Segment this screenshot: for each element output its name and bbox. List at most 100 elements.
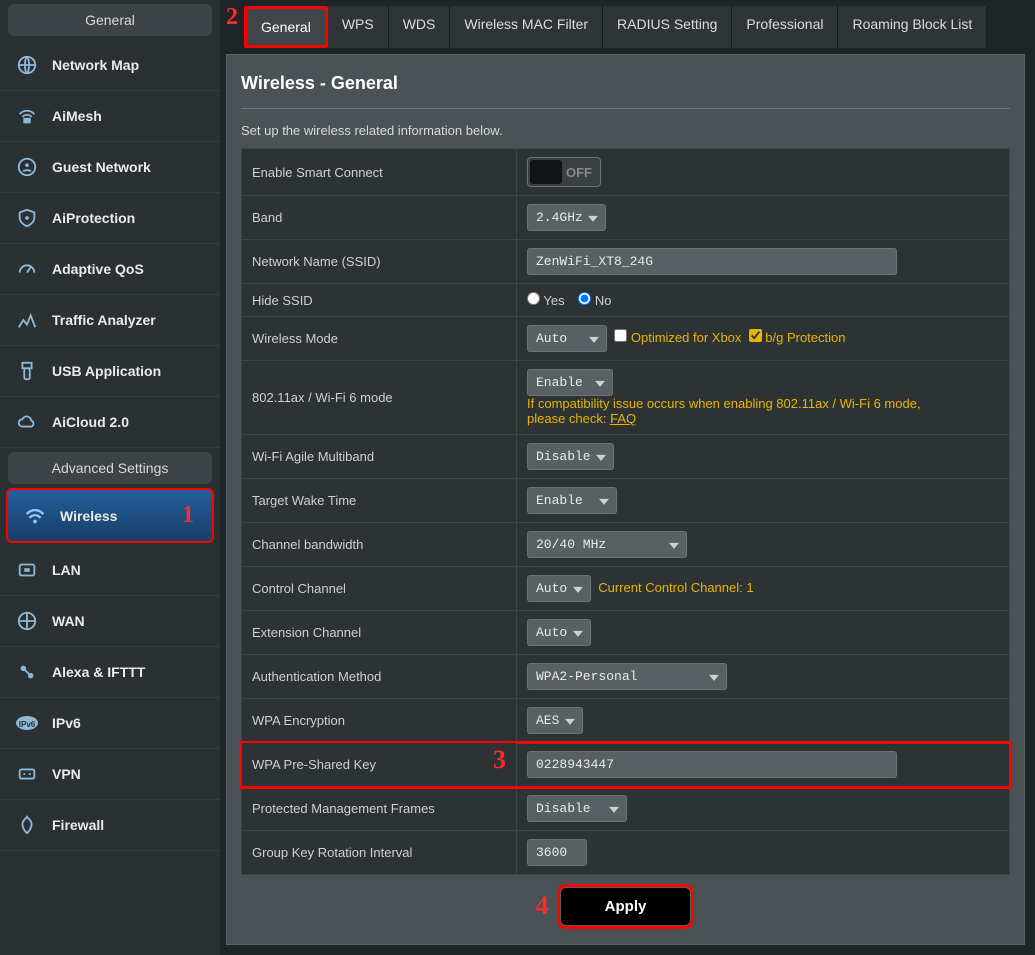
tab-professional[interactable]: Professional [732,6,838,48]
tab-wps[interactable]: WPS [328,6,389,48]
sidebar-item-label: USB Application [52,363,161,379]
cbw-select[interactable]: 20/40 MHz [527,531,687,558]
twt-select[interactable]: Enable [527,487,617,514]
label-smart-connect: Enable Smart Connect [242,149,517,196]
sidebar-item-label: Network Map [52,57,139,73]
vpn-icon [14,761,40,787]
sidebar-item-label: Guest Network [52,159,151,175]
row-wireless-mode: Wireless Mode Auto Optimized for Xbox b/… [242,317,1010,361]
sidebar-item-usb-application[interactable]: USB Application [0,346,220,397]
apply-button[interactable]: Apply [560,887,692,926]
sidebar-item-label: Adaptive QoS [52,261,144,277]
hide-ssid-yes[interactable] [527,292,540,305]
sidebar-item-label: Wireless [60,508,117,524]
band-select[interactable]: 2.4GHz [527,204,606,231]
row-hide-ssid: Hide SSID Yes No [242,284,1010,317]
pmf-select[interactable]: Disable [527,795,627,822]
wan-icon [14,608,40,634]
wifi-icon [22,503,48,529]
callout-number-4: 4 [536,891,549,921]
label-wireless-mode: Wireless Mode [242,317,517,361]
sidebar-item-label: Firewall [52,817,104,833]
label-80211ax: 802.11ax / Wi-Fi 6 mode [242,361,517,435]
settings-table: Enable Smart Connect OFF Band 2.4GHz Net… [241,148,1010,875]
tab-general[interactable]: General [244,6,328,48]
xbox-checkbox[interactable] [614,329,627,342]
row-gkri: Group Key Rotation Interval [242,831,1010,875]
sidebar-item-label: Traffic Analyzer [52,312,156,328]
panel-title: Wireless - General [227,55,1024,98]
agile-select[interactable]: Disable [527,443,614,470]
sidebar-item-vpn[interactable]: VPN [0,749,220,800]
sidebar-item-aicloud[interactable]: AiCloud 2.0 [0,397,220,448]
sidebar-item-lan[interactable]: LAN [0,545,220,596]
sidebar-item-label: LAN [52,562,81,578]
wireless-mode-select[interactable]: Auto [527,325,607,352]
label-ext: Extension Channel [242,611,517,655]
wireless-general-panel: Wireless - General Set up the wireless r… [226,54,1025,945]
svg-text:IPv6: IPv6 [19,720,36,729]
ax-faq-link[interactable]: FAQ [610,411,636,426]
ipv6-icon: IPv6 [14,710,40,736]
sidebar-item-label: AiCloud 2.0 [52,414,129,430]
sidebar-item-adaptive-qos[interactable]: Adaptive QoS [0,244,220,295]
bg-protection-label: b/g Protection [765,330,845,345]
analyzer-icon [14,307,40,333]
sidebar-item-aiprotection[interactable]: AiProtection [0,193,220,244]
row-ssid: Network Name (SSID) [242,240,1010,284]
ext-channel-select[interactable]: Auto [527,619,591,646]
control-channel-select[interactable]: Auto [527,575,591,602]
label-psk: WPA Pre-Shared Key 3 [242,743,517,787]
row-wpa-psk: WPA Pre-Shared Key 3 [242,743,1010,787]
tab-roaming-block[interactable]: Roaming Block List [838,6,987,48]
tab-radius[interactable]: RADIUS Setting [603,6,732,48]
usb-icon [14,358,40,384]
sidebar-item-network-map[interactable]: Network Map [0,40,220,91]
sidebar-item-guest-network[interactable]: Guest Network [0,142,220,193]
sidebar-item-label: WAN [52,613,85,629]
cloud-icon [14,409,40,435]
mesh-icon [14,103,40,129]
label-ssid: Network Name (SSID) [242,240,517,284]
globe-network-icon [14,52,40,78]
sidebar-item-wan[interactable]: WAN [0,596,220,647]
psk-input[interactable] [527,751,897,778]
sidebar-item-wireless[interactable]: Wireless 1 [6,488,214,543]
tab-wds[interactable]: WDS [389,6,451,48]
sidebar-item-alexa-ifttt[interactable]: Alexa & IFTTT [0,647,220,698]
label-cchan: Control Channel [242,567,517,611]
tab-mac-filter[interactable]: Wireless MAC Filter [450,6,603,48]
integration-icon [14,659,40,685]
row-auth-method: Authentication Method WPA2-Personal [242,655,1010,699]
content-area: 2 General WPS WDS Wireless MAC Filter RA… [220,0,1035,955]
row-control-channel: Control Channel Auto Current Control Cha… [242,567,1010,611]
label-pmf: Protected Management Frames [242,787,517,831]
sidebar-item-traffic-analyzer[interactable]: Traffic Analyzer [0,295,220,346]
lan-icon [14,557,40,583]
bg-protection-checkbox[interactable] [749,329,762,342]
xbox-label: Optimized for Xbox [631,330,742,345]
label-cbw: Channel bandwidth [242,523,517,567]
label-twt: Target Wake Time [242,479,517,523]
ax-mode-select[interactable]: Enable [527,369,613,396]
hide-ssid-no[interactable] [578,292,591,305]
sidebar-item-ipv6[interactable]: IPv6 IPv6 [0,698,220,749]
row-channel-bandwidth: Channel bandwidth 20/40 MHz [242,523,1010,567]
guest-network-icon [14,154,40,180]
panel-description: Set up the wireless related information … [227,109,1024,148]
wpa-encryption-select[interactable]: AES [527,707,583,734]
gkri-input[interactable] [527,839,587,866]
callout-number-3: 3 [493,745,506,775]
ssid-input[interactable] [527,248,897,275]
row-agile-multiband: Wi-Fi Agile Multiband Disable [242,435,1010,479]
sidebar-item-aimesh[interactable]: AiMesh [0,91,220,142]
row-wpa-encryption: WPA Encryption AES [242,699,1010,743]
sidebar-item-label: VPN [52,766,81,782]
sidebar: General Network Map AiMesh Guest Network… [0,0,220,955]
sidebar-item-firewall[interactable]: Firewall [0,800,220,851]
auth-method-select[interactable]: WPA2-Personal [527,663,727,690]
label-agile: Wi-Fi Agile Multiband [242,435,517,479]
callout-number-1: 1 [182,502,194,529]
smart-connect-toggle[interactable]: OFF [527,157,601,187]
shield-icon [14,205,40,231]
